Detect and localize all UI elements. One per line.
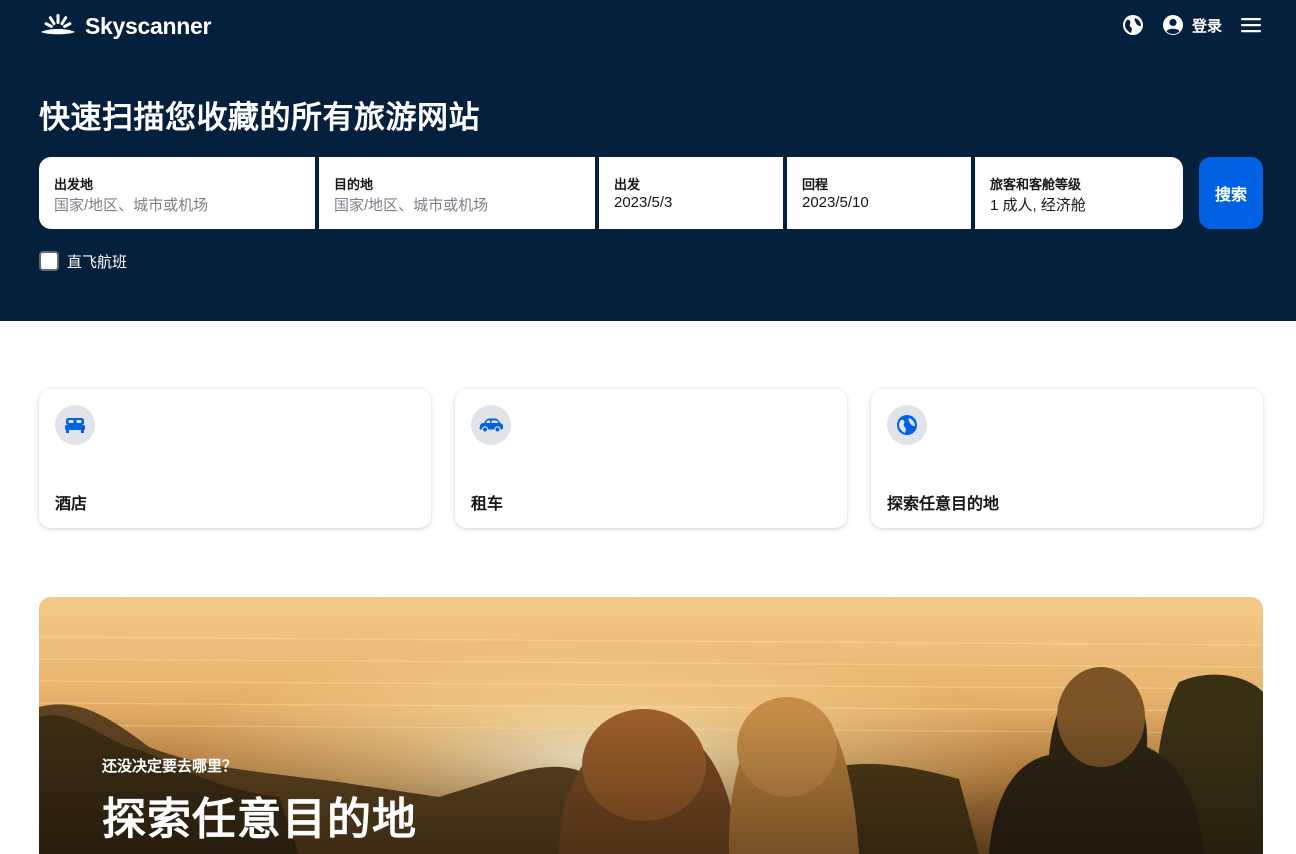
direct-flights-option[interactable]: 直飞航班 (39, 250, 127, 272)
page-title: 快速扫描您收藏的所有旅游网站 (39, 100, 480, 135)
globe-icon (897, 415, 917, 435)
card-label: 探索任意目的地 (887, 496, 1000, 513)
service-cards: 酒店 租车 探索任意目的地 (39, 389, 1263, 528)
return-date-field[interactable]: 回程 2023/5/10 (787, 157, 971, 229)
region-settings-button[interactable] (1122, 14, 1144, 36)
bed-icon (65, 418, 85, 433)
depart-date-value: 2023/5/3 (614, 194, 673, 211)
destination-field[interactable]: 目的地 (319, 157, 595, 229)
promo-title: 探索任意目的地 (102, 795, 417, 844)
explore-everywhere-banner[interactable]: 还没决定要去哪里？ 探索任意目的地 (39, 597, 1263, 854)
login-button[interactable]: 登录 (1162, 14, 1222, 36)
card-car-hire[interactable]: 租车 (455, 389, 847, 528)
destination-label: 目的地 (334, 177, 374, 192)
login-label: 登录 (1191, 17, 1222, 35)
travellers-cabin-field[interactable]: 旅客和客舱等级 1 成人, 经济舱 (975, 157, 1183, 229)
skyscanner-logo[interactable]: Skyscanner (39, 10, 211, 42)
direct-flights-checkbox[interactable] (39, 251, 59, 271)
globe-icon (1122, 15, 1143, 35)
return-label: 回程 (802, 177, 829, 192)
car-icon (479, 418, 503, 433)
card-label: 酒店 (55, 496, 88, 513)
account-icon (1162, 15, 1183, 35)
search-button[interactable]: 搜索 (1199, 157, 1263, 229)
flight-search-form: 出发地 目的地 出发 2023/5/3 回程 2023/5/10 旅客和客舱等级… (39, 157, 1183, 229)
return-date-value: 2023/5/10 (802, 194, 869, 211)
origin-input[interactable] (54, 194, 300, 216)
card-explore-everywhere[interactable]: 探索任意目的地 (871, 389, 1263, 528)
sunrise-logo-icon (41, 14, 75, 35)
direct-flights-label: 直飞航班 (67, 253, 128, 271)
promo-kicker: 还没决定要去哪里？ (102, 758, 238, 775)
card-hotels[interactable]: 酒店 (39, 389, 431, 528)
card-icon-wrapper (55, 405, 95, 445)
menu-button[interactable] (1240, 16, 1262, 34)
origin-field[interactable]: 出发地 (39, 157, 315, 229)
card-icon-wrapper (471, 405, 511, 445)
destination-input[interactable] (334, 194, 580, 216)
header-actions: 登录 (1122, 12, 1262, 38)
hamburger-menu-icon (1241, 18, 1261, 33)
depart-label: 出发 (614, 177, 641, 192)
origin-label: 出发地 (54, 177, 94, 192)
travellers-value: 1 成人, 经济舱 (990, 197, 1086, 214)
travellers-label: 旅客和客舱等级 (990, 177, 1082, 192)
card-label: 租车 (471, 496, 504, 513)
brand-name: Skyscanner (85, 12, 212, 39)
card-icon-wrapper (887, 405, 927, 445)
depart-date-field[interactable]: 出发 2023/5/3 (599, 157, 783, 229)
